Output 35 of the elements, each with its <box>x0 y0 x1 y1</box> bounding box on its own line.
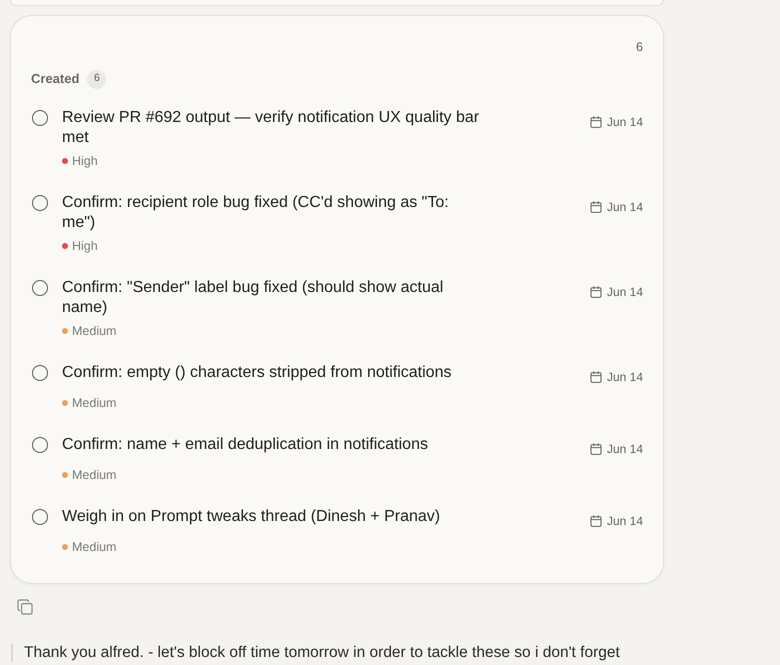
copy-icon[interactable] <box>17 599 33 615</box>
calendar-icon <box>590 201 602 213</box>
due-date: Jun 14 <box>606 284 643 300</box>
task-title: Weigh in on Prompt tweaks thread (Dinesh + Pranav) <box>62 507 442 527</box>
message-text: Thank you alfred. - let's block off time tomorrow in order to tackle these so i don't forget <box>24 644 621 662</box>
task-count: 6 <box>636 40 643 54</box>
calendar-icon <box>590 286 602 298</box>
priority-label: Medium <box>72 467 116 483</box>
task-title: Review PR #692 output — verify notification UX quality bar met <box>62 108 480 148</box>
due-date: Jun 14 <box>606 369 643 385</box>
priority-label: Medium <box>72 323 116 339</box>
task-checkbox[interactable] <box>32 195 48 211</box>
due-date: Jun 14 <box>606 513 643 529</box>
due-date: Jun 14 <box>606 199 643 215</box>
task-checkbox[interactable] <box>32 437 48 453</box>
task-checkbox[interactable] <box>32 280 48 296</box>
task-title: Confirm: "Sender" label bug fixed (should show actual name) <box>62 278 444 318</box>
calendar-icon <box>590 116 602 128</box>
task-title: Confirm: empty () characters stripped from notifications <box>62 363 452 383</box>
calendar-icon <box>590 443 602 455</box>
due-date: Jun 14 <box>606 114 643 130</box>
task-title: Confirm: name + email deduplication in notifications <box>62 435 429 455</box>
priority-label: Medium <box>72 539 116 555</box>
section-label: Created <box>31 70 80 88</box>
priority-label: High <box>72 153 98 169</box>
task-checkbox[interactable] <box>32 509 48 525</box>
task-checkbox[interactable] <box>32 365 48 381</box>
priority-label: High <box>72 238 98 254</box>
due-date: Jun 14 <box>606 441 643 457</box>
calendar-icon <box>590 371 602 383</box>
section-count: 6 <box>87 70 106 88</box>
calendar-icon <box>590 515 602 527</box>
task-title: Confirm: recipient role bug fixed (CC'd showing as "To: me") <box>62 193 450 233</box>
priority-label: Medium <box>72 395 116 411</box>
task-checkbox[interactable] <box>32 110 48 126</box>
